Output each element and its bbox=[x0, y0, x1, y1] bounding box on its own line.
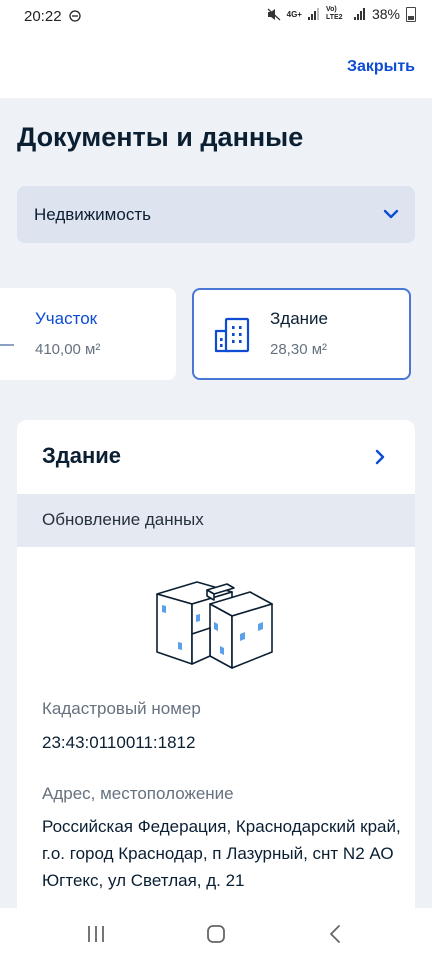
building-illustration-icon bbox=[156, 581, 273, 669]
status-time: 20:22 bbox=[24, 8, 62, 25]
cadastral-number: 23:43:0110011:1812 bbox=[42, 733, 196, 752]
status-icons: 4G+ Vo) LTE2 38% bbox=[267, 6, 416, 22]
page-title: Документы и данные bbox=[17, 122, 304, 152]
carrier-label: Vo) LTE2 bbox=[325, 6, 343, 21]
building-detail-header[interactable]: Здание bbox=[17, 420, 415, 494]
signal-icon bbox=[353, 8, 365, 20]
signal-icon bbox=[307, 8, 319, 20]
back-icon[interactable] bbox=[324, 922, 348, 946]
battery-icon bbox=[406, 6, 416, 22]
update-label: Обновление данных bbox=[42, 510, 204, 529]
dropdown-value: Недвижимость bbox=[34, 205, 151, 224]
detail-title: Здание bbox=[42, 443, 122, 468]
system-nav-bar bbox=[0, 908, 432, 960]
close-button[interactable]: Закрыть bbox=[347, 58, 415, 76]
land-icon bbox=[0, 344, 14, 346]
battery-percent: 38% bbox=[371, 6, 400, 22]
property-card-title: Участок bbox=[35, 309, 98, 328]
dnd-icon bbox=[69, 10, 81, 22]
address-value: Российская Федерация, Краснодарский край… bbox=[42, 817, 401, 890]
property-card-area: 28,30 м² bbox=[270, 341, 328, 358]
property-card-land[interactable]: Участок 410,00 м² bbox=[0, 288, 176, 380]
network-type: 4G+ bbox=[286, 9, 302, 19]
recents-icon[interactable] bbox=[84, 922, 108, 946]
chevron-down-icon bbox=[383, 209, 399, 219]
mute-icon bbox=[267, 8, 281, 20]
top-bar: Закрыть bbox=[0, 34, 432, 98]
category-dropdown[interactable]: Недвижимость bbox=[17, 186, 415, 243]
address-label: Адрес, местоположение bbox=[42, 784, 234, 803]
building-detail-card: Здание Обновление данных Кадастровый ном… bbox=[17, 420, 415, 920]
status-bar: 20:22 4G+ Vo) LTE2 38% bbox=[0, 0, 432, 34]
home-icon[interactable] bbox=[204, 922, 228, 946]
cadastral-label: Кадастровый номер bbox=[42, 699, 201, 718]
property-card-area: 410,00 м² bbox=[35, 341, 101, 358]
property-card-building[interactable]: Здание 28,30 м² bbox=[192, 288, 411, 380]
chevron-right-icon bbox=[375, 449, 385, 465]
property-card-title: Здание bbox=[270, 309, 328, 328]
update-banner: Обновление данных bbox=[17, 494, 415, 547]
building-icon bbox=[214, 317, 250, 353]
